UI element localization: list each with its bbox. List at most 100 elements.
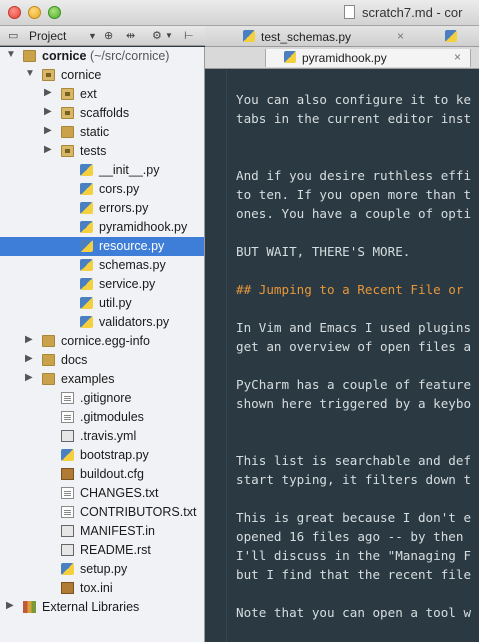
hide-panel-icon[interactable]: ⊢ [184,29,194,42]
collapsed-arrow-icon[interactable]: ▶ [44,106,52,117]
tree-item[interactable]: ▼ cornice [0,66,204,85]
chevron-down-icon[interactable]: ▼ [88,31,97,41]
tree-item-label: cornice (~/src/cornice) [42,49,169,63]
package-folder-icon [42,69,55,81]
tree-item[interactable]: CONTRIBUTORS.txt [0,503,204,522]
python-file-icon [80,297,93,309]
editor-gutter [205,70,227,642]
tree-item-label: README.rst [80,543,151,557]
collapse-all-icon[interactable]: ⇹ [126,29,135,42]
tree-item-label: .travis.yml [80,429,136,443]
tree-item[interactable]: ▼ cornice (~/src/cornice) [0,47,204,66]
window-titlebar: scratch7.md - cor [0,0,479,26]
tree-item[interactable]: service.py [0,275,204,294]
text-line: I'll discuss in the "Managing F [236,548,472,563]
tree-item[interactable]: bootstrap.py [0,446,204,465]
tree-item-label: docs [61,353,87,367]
text-file-icon [61,506,74,518]
tree-item[interactable]: ▶ scaffolds [0,104,204,123]
collapsed-arrow-icon[interactable]: ▶ [44,87,52,98]
tree-item-name: tests [80,144,107,158]
config-file-icon [61,468,74,480]
gear-menu-chevron-icon[interactable]: ▼ [165,31,173,40]
tree-item-label: util.py [99,296,132,310]
python-file-icon [243,30,255,42]
editor-tabs-row-2: pyramidhook.py × [205,47,479,69]
python-file-icon [284,51,296,63]
close-tab-icon[interactable]: × [397,29,404,43]
tree-item[interactable]: cors.py [0,180,204,199]
collapsed-arrow-icon[interactable]: ▶ [44,125,52,136]
python-file-icon [61,563,74,575]
tree-item[interactable]: ▶ static [0,123,204,142]
tree-item[interactable]: schemas.py [0,256,204,275]
text-line: opened 16 files ago -- by then [236,529,464,544]
tree-item[interactable]: errors.py [0,199,204,218]
editor-tabs-row-1: test_schemas.py × [205,26,479,47]
expanded-arrow-icon[interactable]: ▼ [25,68,35,79]
tree-item[interactable]: ▶ External Libraries [0,598,204,617]
tab-overflow[interactable] [445,28,479,46]
scroll-from-source-icon[interactable]: ⊕ [104,29,113,42]
tree-item-name: .gitmodules [80,410,144,424]
tree-item[interactable]: ▶ cornice.egg-info [0,332,204,351]
expanded-arrow-icon[interactable]: ▼ [6,49,16,60]
markdown-editor[interactable]: You can also configure it to ke tabs in t… [205,70,479,642]
tree-item[interactable]: tox.ini [0,579,204,598]
tree-item-path: (~/src/cornice) [86,49,170,63]
minimize-window-button[interactable] [28,6,41,19]
package-folder-icon [61,88,74,100]
python-file-icon [61,449,74,461]
text-line: BUT WAIT, THERE'S MORE. [236,244,411,259]
tree-item[interactable]: ▶ examples [0,370,204,389]
tree-item-label: static [80,125,109,139]
tree-item[interactable]: ▶ docs [0,351,204,370]
text-line: In Vim and Emacs I used plugins [236,320,472,335]
tree-item[interactable]: README.rst [0,541,204,560]
package-folder-icon [61,145,74,157]
text-line: get an overview of open files a [236,339,472,354]
tree-item-label: ext [80,87,97,101]
tree-item[interactable]: MANIFEST.in [0,522,204,541]
tree-item[interactable]: ▶ ext [0,85,204,104]
collapsed-arrow-icon[interactable]: ▶ [25,372,33,383]
folder-icon [23,50,36,62]
tree-item[interactable]: CHANGES.txt [0,484,204,503]
tree-item[interactable]: resource.py [0,237,204,256]
python-file-icon [80,183,93,195]
tree-item[interactable]: .gitignore [0,389,204,408]
python-file-icon [80,316,93,328]
project-view-selector[interactable]: Project [29,29,66,43]
tree-item-label: .gitignore [80,391,131,405]
collapsed-arrow-icon[interactable]: ▶ [25,353,33,364]
settings-gear-icon[interactable]: ⚙ [152,29,162,42]
close-tab-icon[interactable]: × [454,50,461,64]
tree-item[interactable]: pyramidhook.py [0,218,204,237]
tab-pyramidhook[interactable]: pyramidhook.py × [265,49,471,67]
tree-item[interactable]: buildout.cfg [0,465,204,484]
tree-item[interactable]: .travis.yml [0,427,204,446]
tree-item-label: buildout.cfg [80,467,144,481]
tree-item-label: External Libraries [42,600,139,614]
tree-item[interactable]: ▶ tests [0,142,204,161]
tree-item-name: examples [61,372,115,386]
tree-item[interactable]: .gitmodules [0,408,204,427]
text-file-icon [61,487,74,499]
tab-test-schemas[interactable]: test_schemas.py × [243,28,413,46]
tree-item-label: cors.py [99,182,139,196]
tree-item-name: cornice [61,68,102,82]
file-icon [61,430,74,442]
collapsed-arrow-icon[interactable]: ▶ [6,600,14,611]
collapsed-arrow-icon[interactable]: ▶ [44,144,52,155]
tree-item[interactable]: validators.py [0,313,204,332]
tree-item[interactable]: setup.py [0,560,204,579]
tree-item[interactable]: util.py [0,294,204,313]
tree-item-name: pyramidhook.py [99,220,188,234]
tree-item[interactable]: __init__.py [0,161,204,180]
zoom-window-button[interactable] [48,6,61,19]
python-file-icon [80,202,93,214]
close-window-button[interactable] [8,6,21,19]
collapsed-arrow-icon[interactable]: ▶ [25,334,33,345]
tree-item-label: __init__.py [99,163,159,177]
text-file-icon [61,392,74,404]
